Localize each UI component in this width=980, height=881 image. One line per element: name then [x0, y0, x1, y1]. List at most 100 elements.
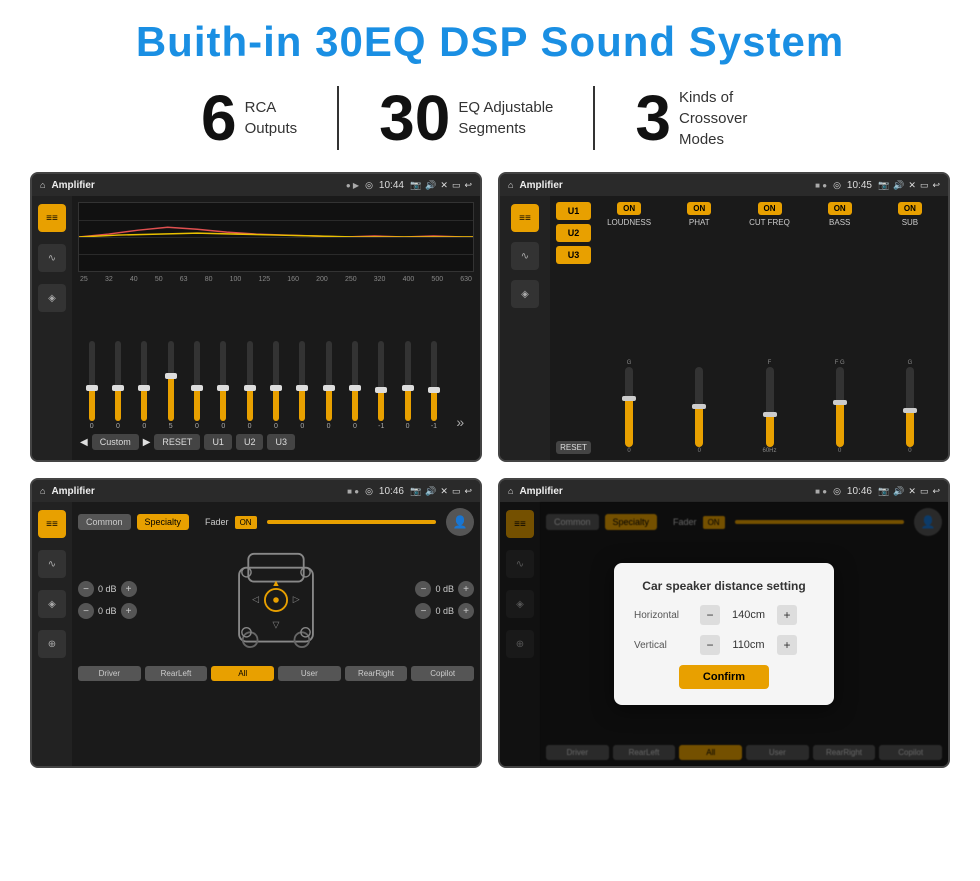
- back-icon-4[interactable]: ↩: [932, 486, 940, 497]
- rearright-button[interactable]: RearRight: [345, 666, 408, 681]
- vertical-minus-button[interactable]: −: [700, 635, 720, 655]
- phat-slider[interactable]: [695, 367, 703, 447]
- back-icon-1[interactable]: ↩: [464, 180, 472, 191]
- copilot-button[interactable]: Copilot: [411, 666, 474, 681]
- channel-bass: ON BASS F G 0: [808, 202, 872, 454]
- back-icon-2[interactable]: ↩: [932, 180, 940, 191]
- eq-sidebar-wave-icon[interactable]: ∿: [38, 244, 66, 272]
- speaker-sidebar: ≡≡ ∿ ◈ ⊕: [32, 502, 72, 766]
- close-icon-2: ✕: [908, 180, 916, 191]
- bass-slider[interactable]: [836, 367, 844, 447]
- confirm-button[interactable]: Confirm: [679, 665, 769, 689]
- crossover-reset-button[interactable]: RESET: [556, 441, 591, 454]
- rearleft-button[interactable]: RearLeft: [145, 666, 208, 681]
- camera-icon-3: 📷: [410, 486, 421, 497]
- speaker-eq-icon[interactable]: ≡≡: [38, 510, 66, 538]
- screen-eq-content: ≡≡ ∿ ◈: [32, 196, 480, 460]
- vol-row-2: − 0 dB +: [78, 603, 137, 619]
- stat-rca: 6 RCA Outputs: [161, 86, 339, 150]
- vertical-plus-button[interactable]: +: [777, 635, 797, 655]
- eq-sliders-area: 0 0 0 5: [78, 287, 474, 430]
- speaker-wave-icon[interactable]: ∿: [38, 550, 66, 578]
- eq-slider-7: 0: [264, 341, 287, 430]
- screen1-time: 10:44: [379, 180, 404, 191]
- status-icons-1: 📷 🔊 ✕ ▭ ↩: [410, 180, 472, 191]
- eq-slider-expand[interactable]: »: [449, 414, 472, 430]
- window-icon-4: ▭: [920, 486, 929, 497]
- cutfreq-on-button[interactable]: ON: [758, 202, 782, 215]
- sub-slider[interactable]: [906, 367, 914, 447]
- vol-plus-3[interactable]: +: [458, 581, 474, 597]
- eq-u1-button[interactable]: U1: [204, 434, 232, 450]
- user-button[interactable]: User: [278, 666, 341, 681]
- vol-plus-1[interactable]: +: [121, 581, 137, 597]
- stat-text-eq: EQ Adjustable Segments: [458, 97, 553, 139]
- loudness-slider[interactable]: [625, 367, 633, 447]
- vol-value-3: 0 dB: [435, 584, 454, 594]
- speaker-arrows-icon[interactable]: ⊕: [38, 630, 66, 658]
- close-icon-4: ✕: [908, 486, 916, 497]
- screen3-time: 10:46: [379, 486, 404, 497]
- eq-u3-button[interactable]: U3: [267, 434, 295, 450]
- svg-text:▽: ▽: [272, 620, 279, 630]
- stat-crossover: 3 Kinds of Crossover Modes: [595, 86, 819, 150]
- dialog-row-horizontal: Horizontal − 140cm +: [634, 605, 814, 625]
- horizontal-plus-button[interactable]: +: [777, 605, 797, 625]
- tab-specialty-button[interactable]: Specialty: [137, 514, 190, 530]
- vol-minus-4[interactable]: −: [415, 603, 431, 619]
- eq-play-button[interactable]: ▶: [143, 437, 151, 448]
- eq-custom-button[interactable]: Custom: [92, 434, 139, 450]
- loudness-label: LOUDNESS: [607, 218, 651, 227]
- eq-slider-12: 0: [396, 341, 419, 430]
- avatar-button[interactable]: 👤: [446, 508, 474, 536]
- home-icon-4[interactable]: ⌂: [508, 486, 513, 496]
- window-icon-1: ▭: [452, 180, 461, 191]
- preset-u2-button[interactable]: U2: [556, 224, 591, 242]
- speaker-main: Common Specialty Fader ON 👤 − 0 dB +: [72, 502, 480, 766]
- horizontal-minus-button[interactable]: −: [700, 605, 720, 625]
- sub-on-button[interactable]: ON: [898, 202, 922, 215]
- eq-prev-button[interactable]: ◀: [80, 437, 88, 448]
- vol-plus-2[interactable]: +: [121, 603, 137, 619]
- eq-reset-button[interactable]: RESET: [154, 434, 200, 450]
- volume-icon-2: 🔊: [893, 180, 904, 191]
- status-icons-3: 📷 🔊 ✕ ▭ ↩: [410, 486, 472, 497]
- crossover-speaker-icon[interactable]: ◈: [511, 280, 539, 308]
- screen-eq-card: ⌂ Amplifier ● ▶ ◎ 10:44 📷 🔊 ✕ ▭ ↩ ≡≡ ∿ ◈: [30, 172, 482, 462]
- driver-button[interactable]: Driver: [78, 666, 141, 681]
- loudness-on-button[interactable]: ON: [617, 202, 641, 215]
- home-icon-2[interactable]: ⌂: [508, 180, 513, 190]
- crossover-wave-icon[interactable]: ∿: [511, 242, 539, 270]
- vol-minus-1[interactable]: −: [78, 581, 94, 597]
- eq-sidebar-eq-icon[interactable]: ≡≡: [38, 204, 66, 232]
- eq-u2-button[interactable]: U2: [236, 434, 264, 450]
- preset-u3-button[interactable]: U3: [556, 246, 591, 264]
- home-icon-3[interactable]: ⌂: [40, 486, 45, 496]
- eq-slider-1: 0: [106, 341, 129, 430]
- dialog-overlay: Car speaker distance setting Horizontal …: [500, 502, 948, 766]
- phat-on-button[interactable]: ON: [687, 202, 711, 215]
- vol-plus-4[interactable]: +: [458, 603, 474, 619]
- vol-row-3: − 0 dB +: [415, 581, 474, 597]
- all-button[interactable]: All: [211, 666, 274, 681]
- vol-value-2: 0 dB: [98, 606, 117, 616]
- vol-minus-2[interactable]: −: [78, 603, 94, 619]
- crossover-channels: ON LOUDNESS G 0: [597, 202, 942, 454]
- eq-sidebar-speaker-icon[interactable]: ◈: [38, 284, 66, 312]
- tab-common-button[interactable]: Common: [78, 514, 131, 530]
- fader-on-button[interactable]: ON: [235, 516, 257, 529]
- crossover-eq-icon[interactable]: ≡≡: [511, 204, 539, 232]
- location-icon-1: ◎: [365, 180, 373, 191]
- screen-crossover-content: ≡≡ ∿ ◈ U1 U2 U3 RESET: [500, 196, 948, 460]
- preset-u1-button[interactable]: U1: [556, 202, 591, 220]
- speaker-speaker-icon[interactable]: ◈: [38, 590, 66, 618]
- home-icon-1[interactable]: ⌂: [40, 180, 45, 190]
- fader-slider[interactable]: [267, 520, 436, 524]
- cutfreq-slider[interactable]: [766, 367, 774, 447]
- eq-slider-3: 5: [159, 341, 182, 430]
- vol-minus-3[interactable]: −: [415, 581, 431, 597]
- status-bar-4: ⌂ Amplifier ■ ● ◎ 10:46 📷 🔊 ✕ ▭ ↩: [500, 480, 948, 502]
- bass-on-button[interactable]: ON: [828, 202, 852, 215]
- screen3-title: Amplifier: [51, 486, 341, 497]
- back-icon-3[interactable]: ↩: [464, 486, 472, 497]
